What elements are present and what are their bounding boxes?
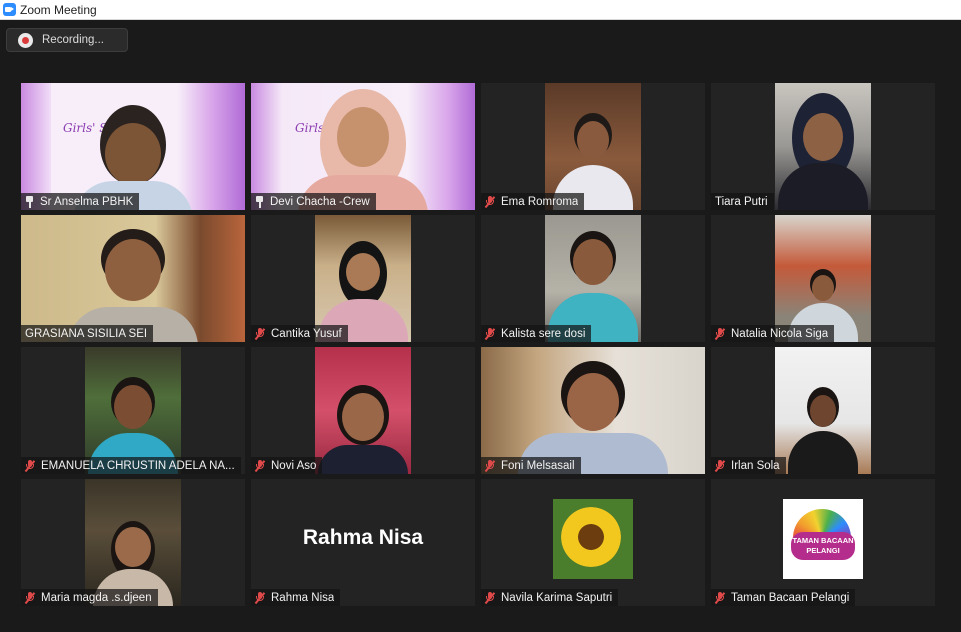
participant-name: Kalista sere dosi bbox=[501, 327, 586, 340]
participant-video bbox=[775, 83, 871, 210]
gallery-view-grid: Girls' Sch eamp Sr Anselma PBHK Girls' S… bbox=[21, 83, 935, 606]
participant-video bbox=[315, 347, 411, 474]
participant-name: Irlan Sola bbox=[731, 459, 780, 472]
participant-tile[interactable]: Cantika Yusuf bbox=[251, 215, 475, 342]
participant-nameplate: Kalista sere dosi bbox=[481, 325, 592, 342]
participant-video bbox=[545, 83, 641, 210]
pin-icon bbox=[25, 195, 34, 208]
participant-figure bbox=[778, 93, 868, 210]
zoom-app-icon bbox=[3, 3, 16, 16]
participant-tile[interactable]: Irlan Sola bbox=[711, 347, 935, 474]
participant-tile[interactable]: EMANUELA CHRUSTIN ADELA NA... bbox=[21, 347, 245, 474]
participant-video bbox=[775, 347, 871, 474]
muted-mic-icon bbox=[715, 459, 725, 472]
participant-video bbox=[21, 215, 245, 342]
participant-video bbox=[85, 479, 181, 606]
pin-icon bbox=[255, 195, 264, 208]
participant-nameplate: Navila Karima Saputri bbox=[481, 589, 619, 606]
participant-video bbox=[775, 215, 871, 342]
participant-nameplate: Novi Aso bbox=[251, 457, 323, 474]
participant-nameplate: EMANUELA CHRUSTIN ADELA NA... bbox=[21, 457, 241, 474]
video-off-name: Rahma Nisa bbox=[302, 526, 424, 549]
participant-tile-video-off[interactable]: Rahma Nisa Rahma Nisa bbox=[251, 479, 475, 606]
participant-tile[interactable]: GRASIANA SISILIA SEI bbox=[21, 215, 245, 342]
muted-mic-icon bbox=[485, 327, 495, 340]
participant-nameplate: Taman Bacaan Pelangi bbox=[711, 589, 856, 606]
participant-name: Maria magda .s.djeen bbox=[41, 591, 152, 604]
participant-figure bbox=[788, 387, 858, 474]
sunflower-avatar bbox=[553, 499, 633, 579]
participant-name: Rahma Nisa bbox=[271, 591, 335, 604]
participant-figure bbox=[318, 385, 408, 474]
muted-mic-icon bbox=[255, 459, 265, 472]
participant-tile[interactable]: Navila Karima Saputri bbox=[481, 479, 705, 606]
muted-mic-icon bbox=[485, 195, 495, 208]
participant-tile[interactable]: Maria magda .s.djeen bbox=[21, 479, 245, 606]
participant-name: Ema Romroma bbox=[501, 195, 579, 208]
participant-nameplate: Irlan Sola bbox=[711, 457, 786, 474]
muted-mic-icon bbox=[485, 591, 495, 604]
participant-nameplate: Ema Romroma bbox=[481, 193, 585, 210]
muted-mic-icon bbox=[255, 591, 265, 604]
participant-video: Girls' S eamp bbox=[251, 83, 475, 210]
participant-name: Navila Karima Saputri bbox=[501, 591, 613, 604]
recording-label: Recording... bbox=[42, 34, 105, 46]
participant-video bbox=[85, 347, 181, 474]
participant-nameplate: Maria magda .s.djeen bbox=[21, 589, 158, 606]
participant-name: Tiara Putri bbox=[715, 195, 768, 208]
muted-mic-icon bbox=[715, 591, 725, 604]
participant-name: Cantika Yusuf bbox=[271, 327, 342, 340]
participant-video bbox=[315, 215, 411, 342]
participant-tile[interactable]: Kalista sere dosi bbox=[481, 215, 705, 342]
muted-mic-icon bbox=[715, 327, 725, 340]
record-icon bbox=[18, 32, 33, 48]
window-title: Zoom Meeting bbox=[20, 2, 97, 17]
participant-name: Taman Bacaan Pelangi bbox=[731, 591, 850, 604]
participant-figure bbox=[298, 89, 428, 210]
participant-nameplate: Cantika Yusuf bbox=[251, 325, 348, 342]
participant-name: GRASIANA SISILIA SEI bbox=[25, 327, 148, 340]
taman-bacaan-pelangi-logo: TAMAN BACAAN PELANGI bbox=[783, 499, 863, 579]
muted-mic-icon bbox=[485, 459, 495, 472]
participant-tile[interactable]: TAMAN BACAAN PELANGI Taman Bacaan Pelang… bbox=[711, 479, 935, 606]
logo-text: TAMAN BACAAN PELANGI bbox=[791, 532, 855, 560]
participant-nameplate: Rahma Nisa bbox=[251, 589, 341, 606]
window-title-bar: Zoom Meeting bbox=[0, 0, 961, 20]
muted-mic-icon bbox=[25, 459, 35, 472]
participant-name: Foni Melsasail bbox=[501, 459, 575, 472]
participant-name: EMANUELA CHRUSTIN ADELA NA... bbox=[41, 459, 235, 472]
participant-nameplate: Devi Chacha -Crew bbox=[251, 193, 376, 210]
participant-video bbox=[481, 347, 705, 474]
participant-name: Natalia Nicola Siga bbox=[731, 327, 829, 340]
recording-indicator[interactable]: Recording... bbox=[6, 28, 128, 52]
participant-tile[interactable]: Foni Melsasail bbox=[481, 347, 705, 474]
participant-nameplate: Foni Melsasail bbox=[481, 457, 581, 474]
participant-tile[interactable]: Ema Romroma bbox=[481, 83, 705, 210]
participant-nameplate: GRASIANA SISILIA SEI bbox=[21, 325, 154, 342]
participant-nameplate: Natalia Nicola Siga bbox=[711, 325, 835, 342]
participant-tile[interactable]: Tiara Putri bbox=[711, 83, 935, 210]
participant-name: Devi Chacha -Crew bbox=[270, 195, 370, 208]
muted-mic-icon bbox=[25, 591, 35, 604]
participant-nameplate: Sr Anselma PBHK bbox=[21, 193, 140, 210]
participant-tile[interactable]: Novi Aso bbox=[251, 347, 475, 474]
participant-tile[interactable]: Natalia Nicola Siga bbox=[711, 215, 935, 342]
participant-tile[interactable]: Girls' Sch eamp Sr Anselma PBHK bbox=[21, 83, 245, 210]
participant-name: Sr Anselma PBHK bbox=[40, 195, 134, 208]
participant-video: Girls' Sch eamp bbox=[21, 83, 245, 210]
participant-nameplate: Tiara Putri bbox=[711, 193, 774, 210]
participant-name: Novi Aso bbox=[271, 459, 317, 472]
participant-video bbox=[545, 215, 641, 342]
muted-mic-icon bbox=[255, 327, 265, 340]
participant-tile-active-speaker[interactable]: Girls' S eamp Devi Chacha -Crew bbox=[251, 83, 475, 210]
